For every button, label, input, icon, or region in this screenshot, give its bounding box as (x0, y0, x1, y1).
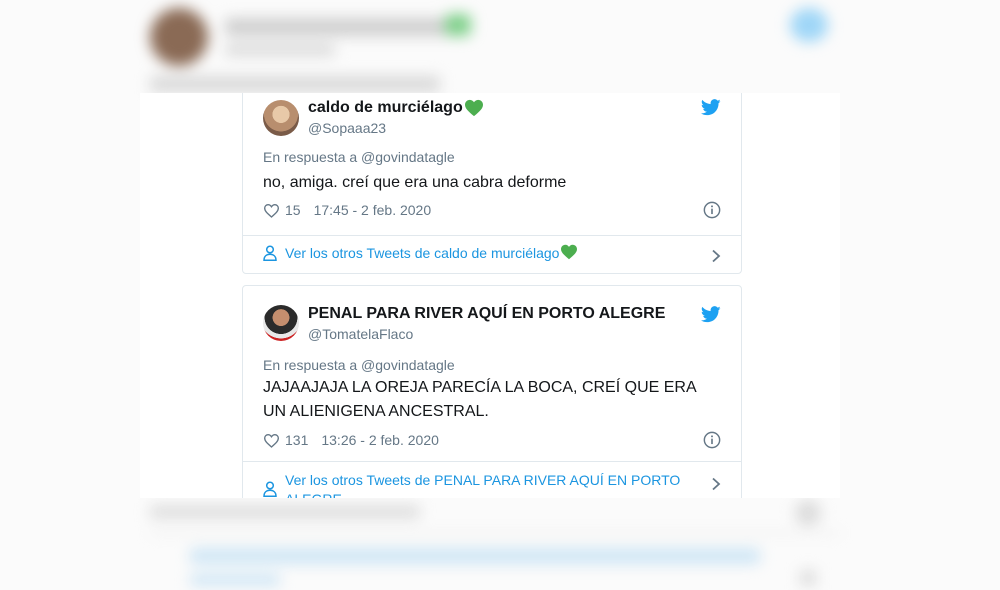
heart-outline-icon[interactable] (263, 203, 280, 218)
avatar[interactable] (263, 100, 299, 136)
twitter-bird-icon[interactable] (701, 99, 721, 116)
avatar[interactable] (263, 305, 299, 341)
blurred-meta-line (150, 505, 420, 519)
tweet-text: no, amiga. creí que era una cabra deform… (263, 174, 567, 191)
green-heart-emoji (464, 99, 483, 117)
blurred-display-name (225, 18, 455, 36)
info-circle-icon[interactable] (703, 431, 721, 449)
tweet-meta: 131 13:26 - 2 feb. 2020 (263, 431, 721, 449)
blurred-chevron-icon (800, 570, 816, 586)
display-name[interactable]: caldo de murciélago (308, 99, 463, 117)
chevron-right-icon[interactable] (711, 477, 721, 491)
divider (243, 235, 741, 236)
user-handle[interactable]: @Sopaaa23 (308, 120, 386, 136)
blurred-emoji (445, 14, 471, 36)
blurred-divider (150, 532, 840, 534)
tweet-meta: 15 17:45 - 2 feb. 2020 (263, 201, 721, 219)
like-count[interactable]: 131 (285, 432, 308, 448)
chevron-right-icon[interactable] (711, 249, 721, 263)
blurred-more-link-2 (190, 574, 280, 586)
reply-tweet-card[interactable]: PENAL PARA RIVER AQUÍ EN PORTO ALEGRE @T… (242, 285, 742, 498)
display-name-row[interactable]: PENAL PARA RIVER AQUÍ EN PORTO ALEGRE (308, 305, 665, 323)
info-circle-icon[interactable] (703, 201, 721, 219)
blurred-text-line (150, 76, 440, 92)
reply-to-label[interactable]: En respuesta a @govindatagle (263, 149, 455, 165)
person-icon (263, 481, 277, 497)
view-more-tweets-link[interactable]: Ver los otros Tweets de caldo de murciél… (263, 244, 701, 263)
heart-outline-icon[interactable] (263, 433, 280, 448)
user-handle[interactable]: @TomatelaFlaco (308, 326, 413, 342)
reply-tweet-card[interactable]: caldo de murciélago @Sopaaa23 En respues… (242, 93, 742, 274)
blurred-avatar (150, 8, 208, 66)
green-heart-emoji (561, 244, 578, 260)
reply-to-label[interactable]: En respuesta a @govindatagle (263, 357, 455, 373)
display-name-row[interactable]: caldo de murciélago (308, 99, 484, 117)
tweet-replies-panel: caldo de murciélago @Sopaaa23 En respues… (140, 93, 840, 498)
tweet-text: JAJAAJAJA LA OREJA PARECÍA LA BOCA, CREÍ… (263, 379, 696, 420)
view-more-label[interactable]: Ver los otros Tweets de caldo de murciél… (285, 244, 559, 263)
blurred-handle (225, 44, 335, 56)
twitter-bird-icon[interactable] (701, 306, 721, 323)
blurred-twitter-bird-icon (790, 8, 828, 42)
timestamp[interactable]: 13:26 - 2 feb. 2020 (321, 432, 439, 448)
timestamp[interactable]: 17:45 - 2 feb. 2020 (314, 202, 432, 218)
view-more-tweets-link[interactable]: Ver los otros Tweets de PENAL PARA RIVER… (263, 471, 701, 498)
blurred-more-link (190, 548, 760, 564)
person-icon (263, 245, 277, 261)
blurred-info-icon (795, 500, 821, 526)
divider (243, 461, 741, 462)
view-more-label[interactable]: Ver los otros Tweets de PENAL PARA RIVER… (285, 471, 701, 498)
like-count[interactable]: 15 (285, 202, 301, 218)
display-name[interactable]: PENAL PARA RIVER AQUÍ EN PORTO ALEGRE (308, 305, 665, 323)
